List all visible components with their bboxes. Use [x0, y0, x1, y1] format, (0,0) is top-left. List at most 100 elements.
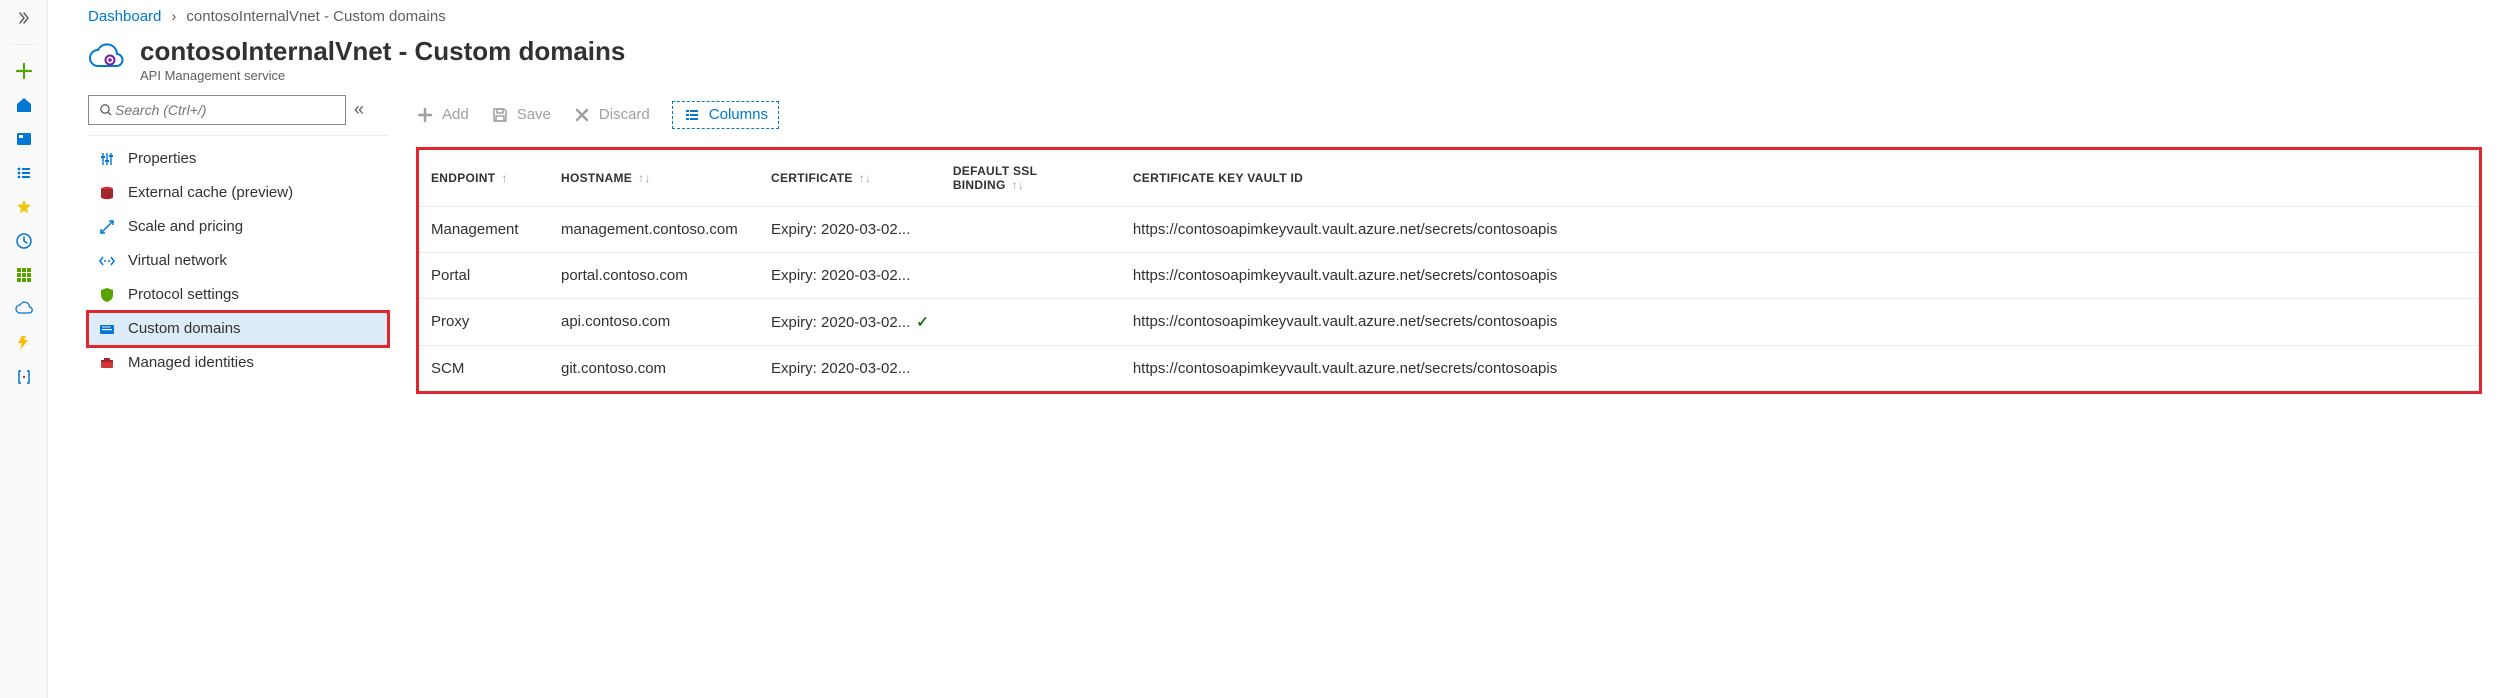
menu-item-vnet[interactable]: Virtual network	[88, 244, 388, 278]
cell-hostname: git.contoso.com	[549, 345, 759, 391]
discard-button[interactable]: Discard	[573, 106, 650, 124]
identity-icon	[98, 354, 116, 372]
menu-list: Properties External cache (preview) Scal…	[88, 142, 388, 380]
function-icon[interactable]	[14, 333, 34, 353]
menu-item-scale[interactable]: Scale and pricing	[88, 210, 388, 244]
discard-icon	[573, 106, 591, 124]
cell-endpoint: SCM	[419, 345, 549, 391]
discard-button-label: Discard	[599, 106, 650, 123]
search-input[interactable]	[113, 101, 335, 119]
columns-button-label: Columns	[709, 106, 768, 123]
cell-keyvault: https://contosoapimkeyvault.vault.azure.…	[1121, 345, 2479, 391]
vnet-icon	[98, 252, 116, 270]
plus-icon	[416, 106, 434, 124]
menu-item-label: Protocol settings	[128, 286, 239, 303]
col-endpoint[interactable]: ENDPOINT↑	[419, 150, 549, 207]
brackets-icon[interactable]	[14, 367, 34, 387]
cell-hostname: portal.contoso.com	[549, 252, 759, 298]
cloud-icon[interactable]	[14, 299, 34, 319]
cell-keyvault: https://contosoapimkeyvault.vault.azure.…	[1121, 252, 2479, 298]
menu-item-protocol[interactable]: Protocol settings	[88, 278, 388, 312]
grid-icon[interactable]	[14, 265, 34, 285]
page-title: contosoInternalVnet - Custom domains	[140, 37, 625, 66]
cell-hostname: api.contoso.com	[549, 298, 759, 345]
col-default-ssl[interactable]: DEFAULT SSL BINDING↑↓	[941, 150, 1121, 207]
menu-item-custom-domains[interactable]: www Custom domains	[88, 312, 388, 346]
menu-item-label: Managed identities	[128, 354, 254, 371]
cell-endpoint: Portal	[419, 252, 549, 298]
sort-icon: ↑↓	[638, 171, 651, 185]
main-area: Dashboard › contosoInternalVnet - Custom…	[48, 0, 2506, 698]
columns-icon	[683, 106, 701, 124]
rail-divider	[10, 44, 38, 45]
breadcrumb-separator-icon: ›	[171, 8, 176, 25]
clock-icon[interactable]	[14, 231, 34, 251]
sort-icon: ↑	[501, 171, 507, 185]
table-row[interactable]: Portal portal.contoso.com Expiry: 2020-0…	[419, 252, 2479, 298]
protocol-icon	[98, 286, 116, 304]
add-button-label: Add	[442, 106, 469, 123]
save-button-label: Save	[517, 106, 551, 123]
table-row[interactable]: SCM git.contoso.com Expiry: 2020-03-02..…	[419, 345, 2479, 391]
properties-icon	[98, 150, 116, 168]
app-root: Dashboard › contosoInternalVnet - Custom…	[0, 0, 2506, 698]
columns-button[interactable]: Columns	[672, 101, 779, 129]
breadcrumb-root[interactable]: Dashboard	[88, 8, 161, 25]
save-icon	[491, 106, 509, 124]
resource-icon	[88, 42, 124, 78]
cell-certificate: Expiry: 2020-03-02...	[759, 252, 941, 298]
cell-hostname: management.contoso.com	[549, 206, 759, 252]
dashboard-icon[interactable]	[14, 129, 34, 149]
menu-item-label: Scale and pricing	[128, 218, 243, 235]
domain-icon: www	[98, 320, 116, 338]
star-icon[interactable]	[14, 197, 34, 217]
menu-item-label: Custom domains	[128, 320, 241, 337]
cell-default-ssl	[941, 345, 1121, 391]
page-title-block: contosoInternalVnet - Custom domains API…	[140, 37, 625, 83]
menu-item-managed-identities[interactable]: Managed identities	[88, 346, 388, 380]
add-button[interactable]: Add	[416, 106, 469, 124]
col-hostname[interactable]: HOSTNAME↑↓	[549, 150, 759, 207]
cell-certificate: Expiry: 2020-03-02...	[759, 206, 941, 252]
cell-keyvault: https://contosoapimkeyvault.vault.azure.…	[1121, 206, 2479, 252]
breadcrumb-current: contosoInternalVnet - Custom domains	[186, 8, 445, 25]
sort-icon: ↑↓	[859, 171, 872, 185]
menu-item-label: Virtual network	[128, 252, 227, 269]
check-icon: ✓	[916, 314, 929, 331]
svg-text:www: www	[102, 324, 111, 329]
col-keyvault[interactable]: CERTIFICATE KEY VAULT ID	[1121, 150, 2479, 207]
menu-search[interactable]	[88, 95, 346, 125]
search-icon	[99, 103, 113, 117]
cell-default-ssl	[941, 206, 1121, 252]
home-icon[interactable]	[14, 95, 34, 115]
cell-endpoint: Management	[419, 206, 549, 252]
page-subtitle: API Management service	[140, 68, 625, 83]
sort-icon: ↑↓	[1012, 178, 1025, 192]
add-icon[interactable]	[14, 61, 34, 81]
scale-icon	[98, 218, 116, 236]
cell-keyvault: https://contosoapimkeyvault.vault.azure.…	[1121, 298, 2479, 345]
expand-rail-icon[interactable]	[14, 8, 34, 28]
command-bar: Add Save Discard Columns	[416, 95, 2482, 139]
collapse-menu-icon[interactable]: «	[354, 99, 364, 120]
menu-item-label: External cache (preview)	[128, 184, 293, 201]
table-row[interactable]: Proxy api.contoso.com Expiry: 2020-03-02…	[419, 298, 2479, 345]
save-button[interactable]: Save	[491, 106, 551, 124]
cell-certificate: Expiry: 2020-03-02...	[759, 345, 941, 391]
breadcrumb: Dashboard › contosoInternalVnet - Custom…	[48, 0, 2506, 33]
menu-item-external-cache[interactable]: External cache (preview)	[88, 176, 388, 210]
menu-divider	[88, 135, 388, 136]
resource-menu: « Properties External cache (preview) Sc…	[88, 95, 388, 698]
cell-default-ssl	[941, 252, 1121, 298]
cell-endpoint: Proxy	[419, 298, 549, 345]
col-certificate[interactable]: CERTIFICATE↑↓	[759, 150, 941, 207]
table-body: Management management.contoso.com Expiry…	[419, 206, 2479, 391]
list-icon[interactable]	[14, 163, 34, 183]
menu-item-label: Properties	[128, 150, 196, 167]
cell-certificate: Expiry: 2020-03-02...✓	[759, 298, 941, 345]
domains-table: ENDPOINT↑ HOSTNAME↑↓ CERTIFICATE↑↓ DEFAU…	[419, 150, 2479, 391]
menu-item-properties[interactable]: Properties	[88, 142, 388, 176]
left-rail	[0, 0, 48, 698]
domains-table-highlight: ENDPOINT↑ HOSTNAME↑↓ CERTIFICATE↑↓ DEFAU…	[416, 147, 2482, 394]
table-row[interactable]: Management management.contoso.com Expiry…	[419, 206, 2479, 252]
